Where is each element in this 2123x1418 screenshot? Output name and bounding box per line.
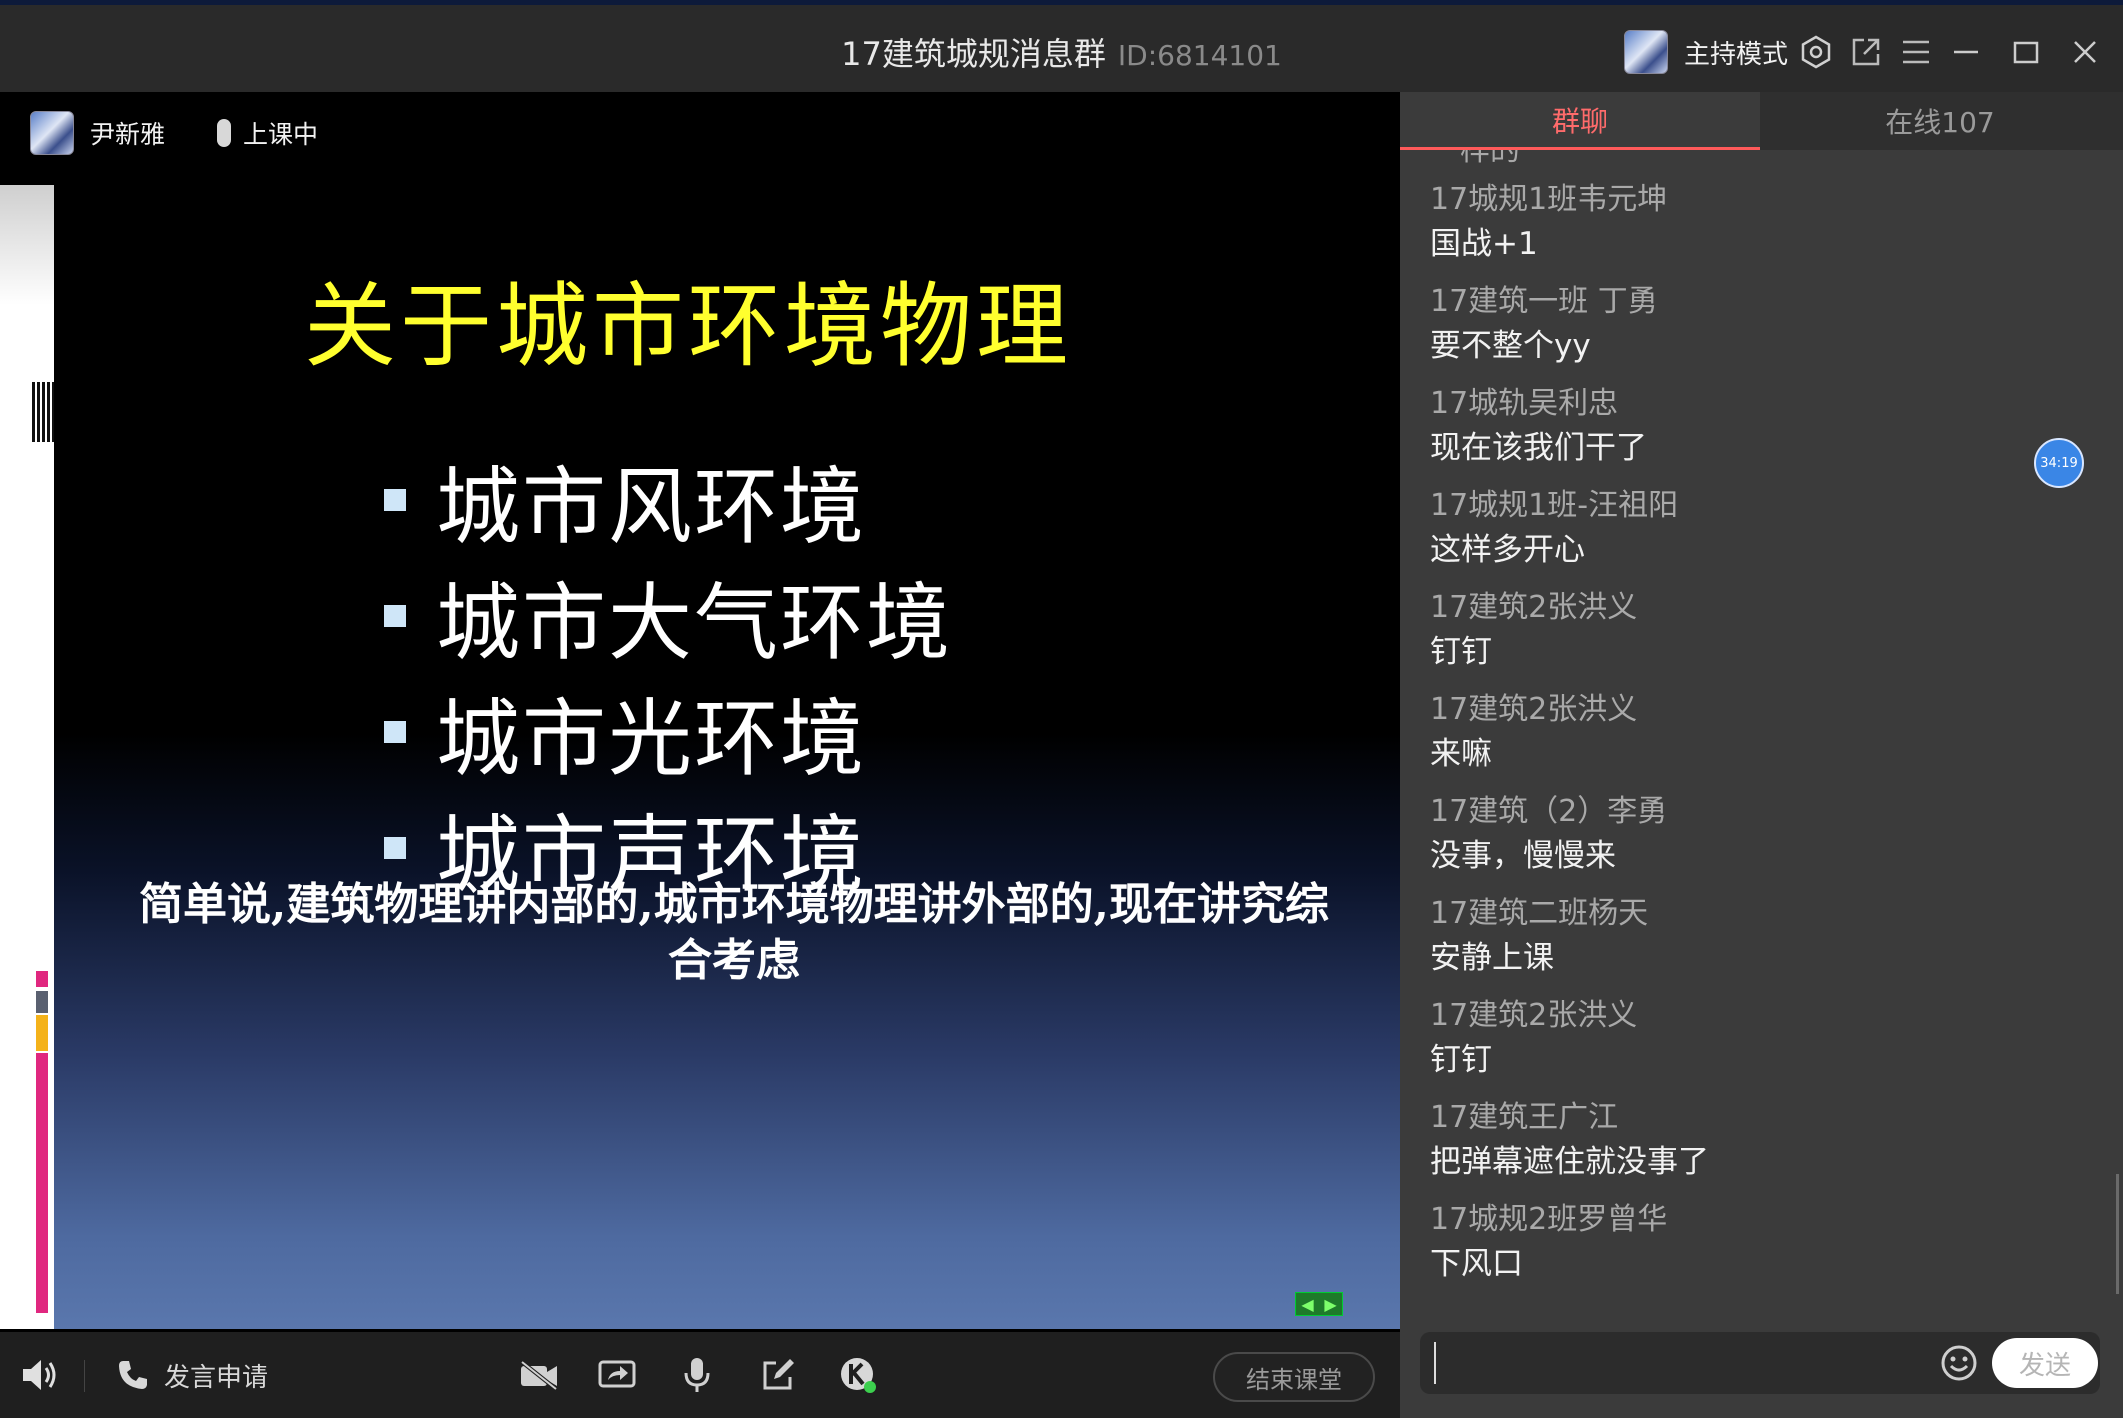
slide-note: 简单说,建筑物理讲内部的,城市环境物理讲外部的,现在讲究综合考虑 [139, 879, 1329, 986]
chat-message: 17建筑2张洪义 钉钉 [1430, 584, 2090, 686]
slide-nav-control[interactable]: ◀ ▶ [1295, 1292, 1343, 1316]
chat-message: 17城规2班罗曾华 下风口 [1430, 1196, 2090, 1298]
chat-message: 17建筑2张洪义 来嘛 [1430, 686, 2090, 788]
group-id: ID:6814101 [1117, 39, 1282, 72]
message-content: 现在该我们干了 [1430, 430, 1647, 466]
presenter-avatar [30, 111, 74, 155]
slide-bullet: 城市大气环境 [384, 558, 952, 674]
group-name: 17建筑城规消息群 [841, 35, 1106, 73]
chat-message: 17建筑一班 丁勇 要不整个yy [1430, 278, 2090, 380]
timer-badge[interactable]: 34:19 [2034, 438, 2084, 488]
class-status: 上课中 [217, 115, 318, 151]
message-sender[interactable]: 17建筑2张洪义 [1430, 584, 2090, 632]
minimize-icon[interactable] [1938, 27, 1994, 77]
partial-message: 一样的 [1430, 150, 1520, 168]
settings-icon[interactable] [1788, 27, 1844, 77]
class-status-label: 上课中 [243, 120, 319, 149]
chat-message: 17建筑2张洪义 钉钉 [1430, 992, 2090, 1094]
chat-panel: 群聊 在线107 一样的 17城规1班韦元坤 国战+1 17建筑一班 丁勇 要不整个… [1400, 92, 2123, 1418]
message-sender[interactable]: 17建筑（2）李勇 [1430, 788, 2090, 836]
bullet-square-icon [384, 605, 406, 627]
slide-bullet: 城市光环境 [384, 674, 952, 790]
message-content: 要不整个yy [1430, 328, 1591, 364]
message-content: 没事，慢慢来 [1430, 838, 1616, 874]
barcode-decoration [32, 382, 54, 442]
chat-input-bar: 发送 [1420, 1332, 2100, 1394]
chat-message: 17城轨吴利忠 现在该我们干了 [1430, 380, 2090, 482]
bottom-toolbar: 发言申请 结束课堂 [0, 1332, 1400, 1418]
menu-icon[interactable] [1888, 27, 1944, 77]
end-class-button[interactable]: 结束课堂 [1213, 1352, 1375, 1402]
slide-title: 关于城市环境物理 [304, 273, 1073, 380]
slide-side-strip [0, 185, 54, 1329]
chat-message-list[interactable]: 一样的 17城规1班韦元坤 国战+1 17建筑一班 丁勇 要不整个yy 17城轨吴利… [1430, 150, 2090, 1300]
message-sender[interactable]: 17建筑一班 丁勇 [1430, 278, 2090, 326]
send-button[interactable]: 发送 [1992, 1338, 2098, 1388]
edit-icon[interactable] [760, 1350, 796, 1400]
microphone-status-icon [217, 119, 232, 147]
camera-off-icon[interactable] [518, 1350, 560, 1400]
message-content: 安静上课 [1430, 940, 1554, 976]
bullet-square-icon [384, 489, 406, 511]
slide-bullet: 城市风环境 [384, 442, 952, 558]
bullet-text: 城市大气环境 [436, 573, 953, 672]
chat-input[interactable] [1434, 1342, 1894, 1384]
message-sender[interactable]: 17城规2班罗曾华 [1430, 1196, 2090, 1244]
chat-tabs: 群聊 在线107 [1400, 92, 2123, 150]
maximize-icon[interactable] [1998, 27, 2054, 77]
microphone-icon[interactable] [680, 1350, 714, 1400]
message-content: 这样多开心 [1430, 532, 1585, 568]
message-content: 钉钉 [1430, 634, 1492, 670]
bullet-square-icon [384, 721, 406, 743]
message-sender[interactable]: 17建筑王广江 [1430, 1094, 2090, 1142]
chat-message: 17城规1班韦元坤 国战+1 [1430, 176, 2090, 278]
chat-message: 17建筑二班杨天 安静上课 [1430, 890, 2090, 992]
toolbar-divider [84, 1360, 85, 1392]
bullet-square-icon [384, 837, 406, 859]
message-content: 钉钉 [1430, 1042, 1492, 1078]
tab-online-users[interactable]: 在线107 [1760, 92, 2120, 150]
prev-slide-icon[interactable]: ◀ [1296, 1293, 1319, 1315]
phone-icon [119, 1361, 147, 1389]
message-content: 来嘛 [1430, 736, 1492, 772]
k-app-icon[interactable] [838, 1350, 878, 1400]
chat-scrollbar[interactable] [2116, 1174, 2119, 1294]
speak-request-label: 发言申请 [164, 1362, 269, 1393]
message-sender[interactable]: 17城轨吴利忠 [1430, 380, 2090, 428]
presenter-name: 尹新雅 [90, 120, 166, 149]
bullet-text: 城市光环境 [436, 689, 867, 788]
presentation-stage: 尹新雅 上课中 关于城市环境物理 城市风环境 城市大气环境 城市光环境 城市声环… [0, 92, 1400, 1332]
message-sender[interactable]: 17城规1班-汪祖阳 [1430, 482, 2090, 530]
message-sender[interactable]: 17建筑2张洪义 [1430, 992, 2090, 1040]
chat-message: 17建筑王广江 把弹幕遮住就没事了 [1430, 1094, 2090, 1196]
slide-canvas: 关于城市环境物理 城市风环境 城市大气环境 城市光环境 城市声环境 简单说,建筑… [54, 184, 1400, 1329]
speaker-icon[interactable] [20, 1350, 60, 1400]
chat-message: 17城规1班-汪祖阳 这样多开心 [1430, 482, 2090, 584]
message-sender[interactable]: 17建筑二班杨天 [1430, 890, 2090, 938]
popout-icon[interactable] [1838, 27, 1894, 77]
tab-group-chat[interactable]: 群聊 [1400, 92, 1760, 150]
message-content: 国战+1 [1430, 226, 1538, 262]
emoji-icon[interactable] [1940, 1344, 1978, 1382]
message-sender[interactable]: 17建筑2张洪义 [1430, 686, 2090, 734]
bullet-text: 城市风环境 [436, 457, 867, 556]
title-bar: 17建筑城规消息群 ID:6814101 主持模式 [0, 0, 2123, 92]
message-sender[interactable]: 17城规1班韦元坤 [1430, 176, 2090, 224]
chat-message: 17建筑（2）李勇 没事，慢慢来 [1430, 788, 2090, 890]
message-content: 把弹幕遮住就没事了 [1430, 1144, 1709, 1180]
screen-share-icon[interactable] [598, 1350, 636, 1400]
presenter-info: 尹新雅 上课中 [30, 104, 318, 162]
slide-bullet-list: 城市风环境 城市大气环境 城市光环境 城市声环境 [384, 442, 952, 906]
user-avatar[interactable] [1624, 30, 1668, 74]
close-icon[interactable] [2057, 27, 2113, 77]
next-slide-icon[interactable]: ▶ [1319, 1293, 1342, 1315]
app-window: 17建筑城规消息群 ID:6814101 主持模式 尹新雅 上课中 关于城市环境… [0, 0, 2123, 1418]
host-mode-label[interactable]: 主持模式 [1684, 34, 1788, 71]
message-content: 下风口 [1430, 1246, 1523, 1282]
speak-request-button[interactable]: 发言申请 [116, 1350, 268, 1400]
